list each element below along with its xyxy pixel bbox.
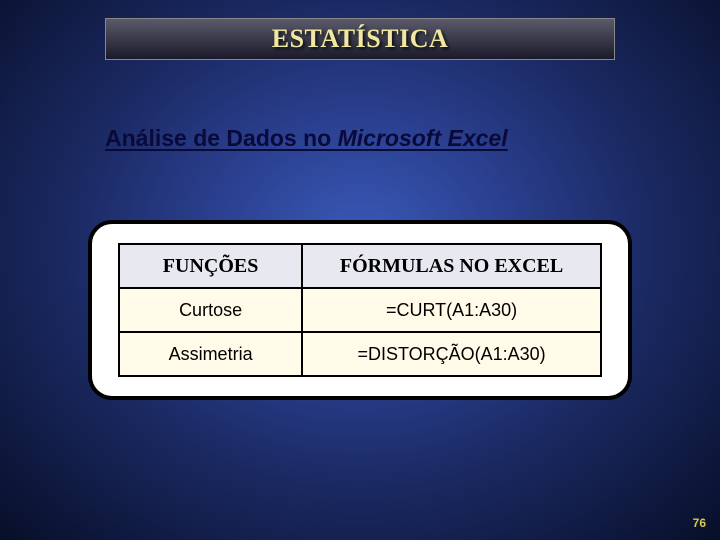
subtitle-italic: Microsoft Excel: [338, 125, 508, 151]
title-bar: ESTATÍSTICA: [105, 18, 615, 60]
cell-function: Curtose: [119, 288, 302, 332]
cell-formula: =DISTORÇÃO(A1:A30): [302, 332, 601, 376]
slide-subtitle: Análise de Dados no Microsoft Excel: [105, 125, 508, 152]
table-header-row: FUNÇÕES FÓRMULAS NO EXCEL: [119, 244, 601, 288]
header-functions: FUNÇÕES: [119, 244, 302, 288]
functions-table: FUNÇÕES FÓRMULAS NO EXCEL Curtose =CURT(…: [118, 243, 602, 377]
table-row: Curtose =CURT(A1:A30): [119, 288, 601, 332]
table-card: FUNÇÕES FÓRMULAS NO EXCEL Curtose =CURT(…: [88, 220, 632, 400]
cell-function: Assimetria: [119, 332, 302, 376]
page-number: 76: [693, 516, 706, 530]
header-formulas: FÓRMULAS NO EXCEL: [302, 244, 601, 288]
cell-formula: =CURT(A1:A30): [302, 288, 601, 332]
subtitle-prefix: Análise de Dados no: [105, 125, 338, 151]
table-row: Assimetria =DISTORÇÃO(A1:A30): [119, 332, 601, 376]
slide-title: ESTATÍSTICA: [272, 24, 449, 54]
